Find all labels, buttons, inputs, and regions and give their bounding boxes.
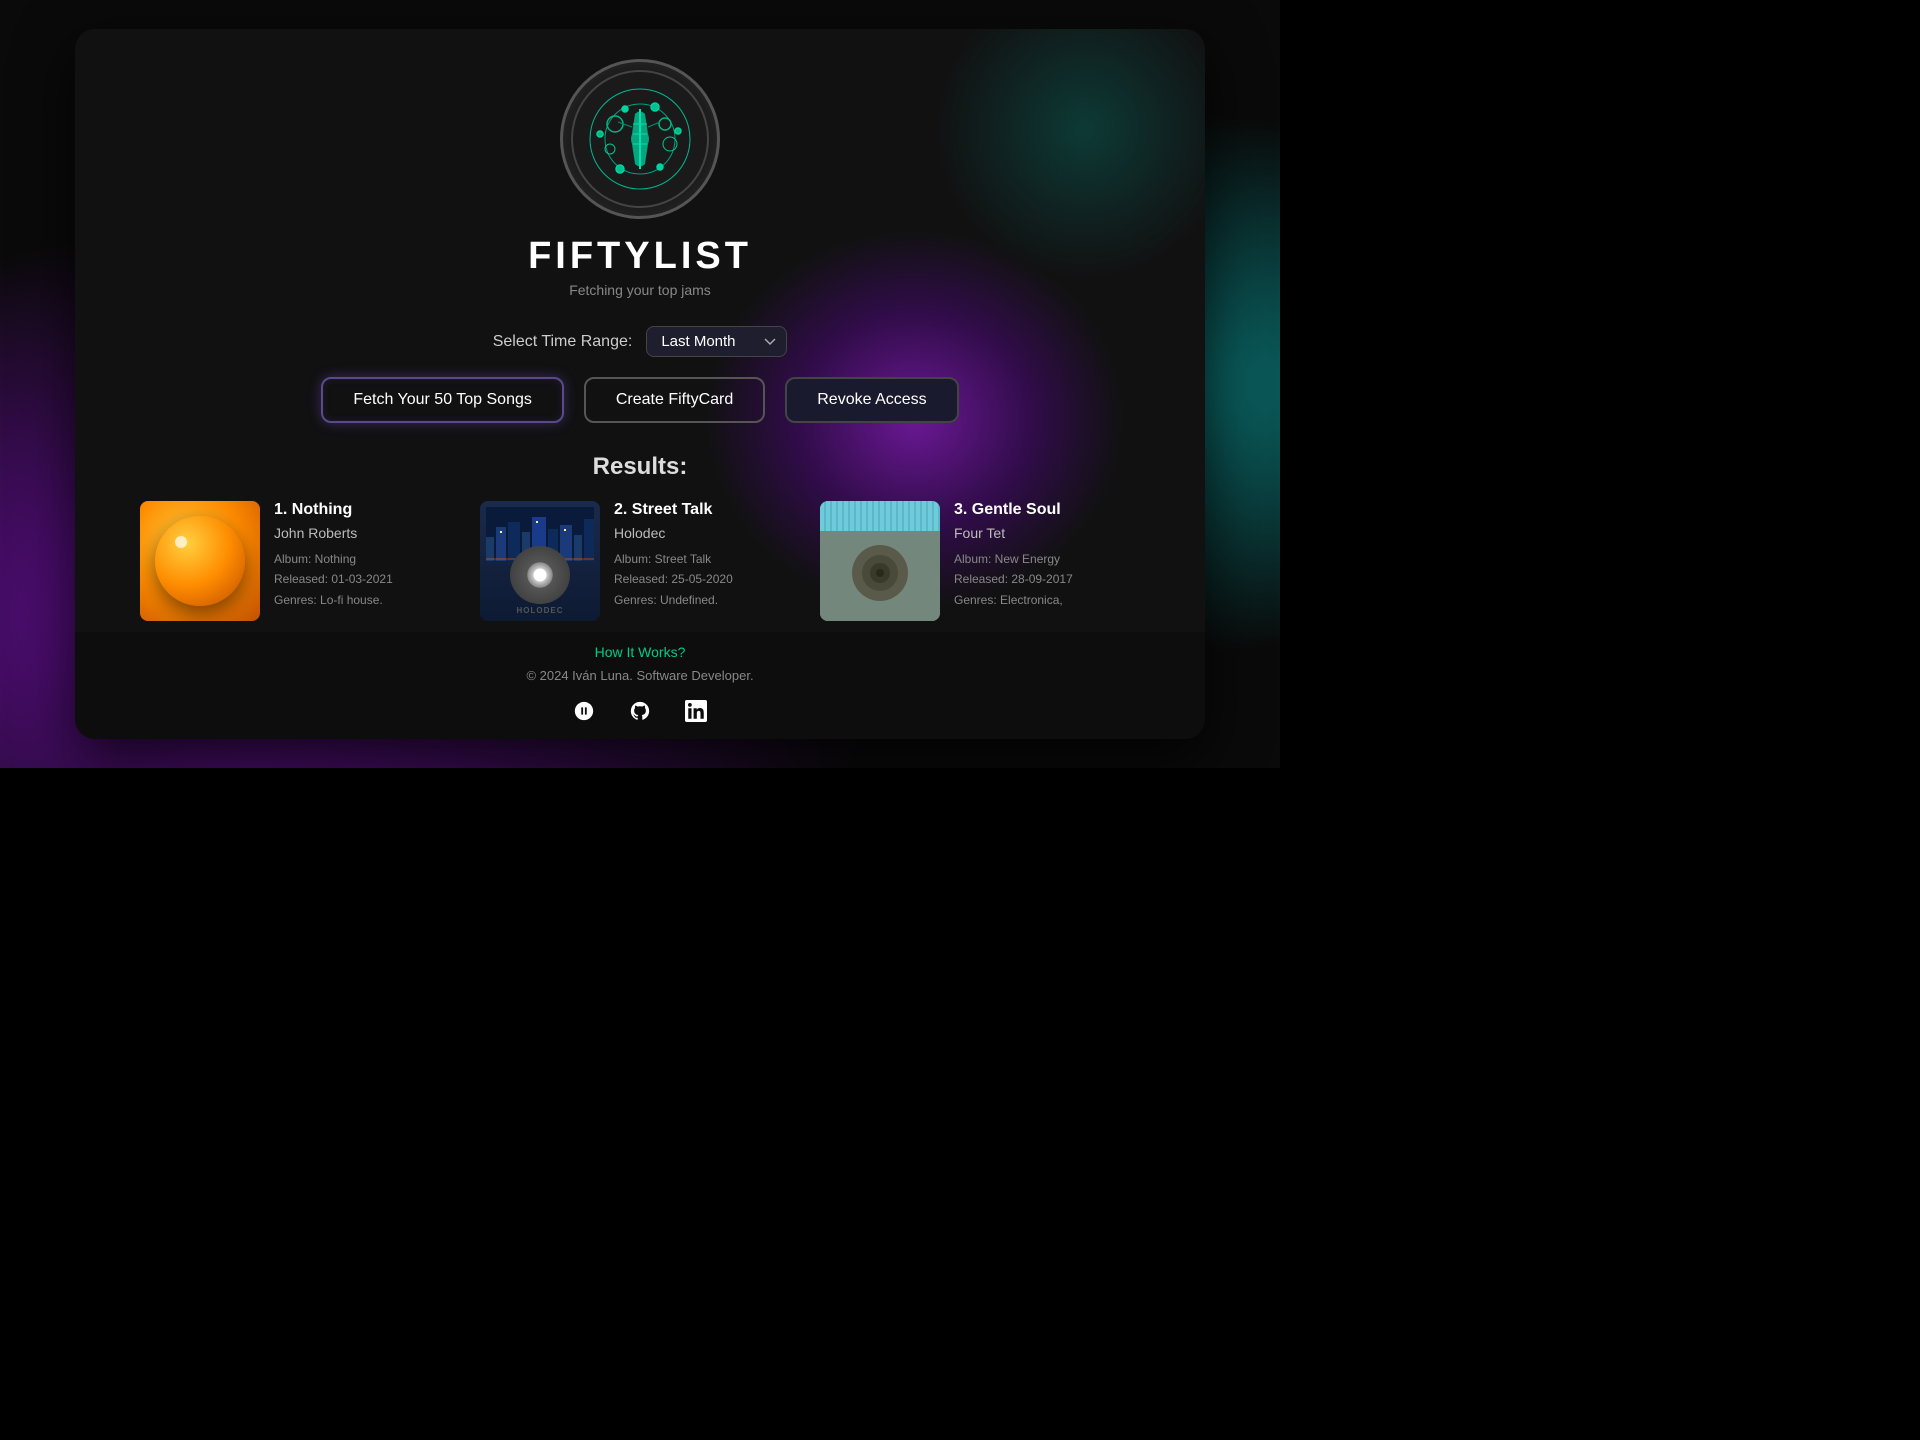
- create-fiftycard-button[interactable]: Create FiftyCard: [584, 377, 765, 423]
- linkedin-icon: [685, 700, 707, 722]
- results-title: Results:: [593, 453, 688, 481]
- revoke-access-button[interactable]: Revoke Access: [785, 377, 958, 423]
- art-holodec-bg: HOLODEC: [480, 501, 600, 621]
- app-logo: [560, 59, 720, 219]
- fetch-button[interactable]: Fetch Your 50 Top Songs: [321, 377, 564, 423]
- song-released-1: Released: 01-03-2021: [274, 569, 460, 589]
- song-artist-1: John Roberts: [274, 525, 460, 541]
- logo-svg: [570, 69, 710, 209]
- gentle-svg: [820, 501, 940, 621]
- linkedin-icon-button[interactable]: [680, 695, 712, 727]
- footer-icons: [568, 695, 712, 727]
- time-range-label: Select Time Range:: [493, 333, 633, 351]
- footer: How It Works? © 2024 Iván Luna. Software…: [75, 632, 1205, 739]
- github-icon: [629, 700, 651, 722]
- footer-copyright: © 2024 Iván Luna. Software Developer.: [526, 668, 753, 683]
- app-title: FIFTYLIST: [528, 235, 752, 278]
- outer-background: FIFTYLIST Fetching your top jams Select …: [0, 0, 1280, 768]
- song-album-1: Album: Nothing: [274, 549, 460, 569]
- app-window: FIFTYLIST Fetching your top jams Select …: [75, 29, 1205, 739]
- song-released-3: Released: 28-09-2017: [954, 569, 1140, 589]
- song-meta-3: Album: New Energy Released: 28-09-2017 G…: [954, 549, 1140, 610]
- song-art-3: [820, 501, 940, 621]
- song-genres-1: Genres: Lo-fi house.: [274, 590, 460, 610]
- song-card-1: 1. Nothing John Roberts Album: Nothing R…: [140, 501, 460, 621]
- song-info-1: 1. Nothing John Roberts Album: Nothing R…: [274, 501, 460, 610]
- song-album-3: Album: New Energy: [954, 549, 1140, 569]
- time-range-select[interactable]: Last Month Last 6 Months All Time: [646, 326, 787, 357]
- song-rank-title-1: 1. Nothing: [274, 501, 460, 519]
- song-rank-title-3: 3. Gentle Soul: [954, 501, 1140, 519]
- buttons-row: Fetch Your 50 Top Songs Create FiftyCard…: [321, 377, 958, 423]
- song-art-2: HOLODEC: [480, 501, 600, 621]
- art-holodec-label: HOLODEC: [517, 606, 564, 615]
- art-holodec-vinyl: [510, 546, 570, 604]
- song-card-3: 3. Gentle Soul Four Tet Album: New Energ…: [820, 501, 1140, 621]
- song-info-2: 2. Street Talk Holodec Album: Street Tal…: [614, 501, 800, 610]
- how-it-works-link[interactable]: How It Works?: [595, 644, 686, 660]
- time-range-row: Select Time Range: Last Month Last 6 Mon…: [493, 326, 788, 357]
- song-released-2: Released: 25-05-2020: [614, 569, 800, 589]
- app-subtitle: Fetching your top jams: [569, 282, 711, 298]
- portfolio-icon-button[interactable]: [568, 695, 600, 727]
- song-art-1: [140, 501, 260, 621]
- github-icon-button[interactable]: [624, 695, 656, 727]
- song-meta-1: Album: Nothing Released: 01-03-2021 Genr…: [274, 549, 460, 610]
- song-card-2: HOLODEC 2. Street Talk Holodec Album: St…: [480, 501, 800, 621]
- songs-grid: 1. Nothing John Roberts Album: Nothing R…: [75, 501, 1205, 621]
- song-genres-3: Genres: Electronica,: [954, 590, 1140, 610]
- main-content: FIFTYLIST Fetching your top jams Select …: [75, 29, 1205, 621]
- art-nothing-ball: [155, 516, 245, 606]
- song-genres-2: Genres: Undefined.: [614, 590, 800, 610]
- song-rank-title-2: 2. Street Talk: [614, 501, 800, 519]
- song-artist-2: Holodec: [614, 525, 800, 541]
- song-meta-2: Album: Street Talk Released: 25-05-2020 …: [614, 549, 800, 610]
- song-artist-3: Four Tet: [954, 525, 1140, 541]
- portfolio-icon: [573, 700, 595, 722]
- art-nothing-bg: [140, 501, 260, 621]
- song-info-3: 3. Gentle Soul Four Tet Album: New Energ…: [954, 501, 1140, 610]
- song-album-2: Album: Street Talk: [614, 549, 800, 569]
- art-gentle-bg: [820, 501, 940, 621]
